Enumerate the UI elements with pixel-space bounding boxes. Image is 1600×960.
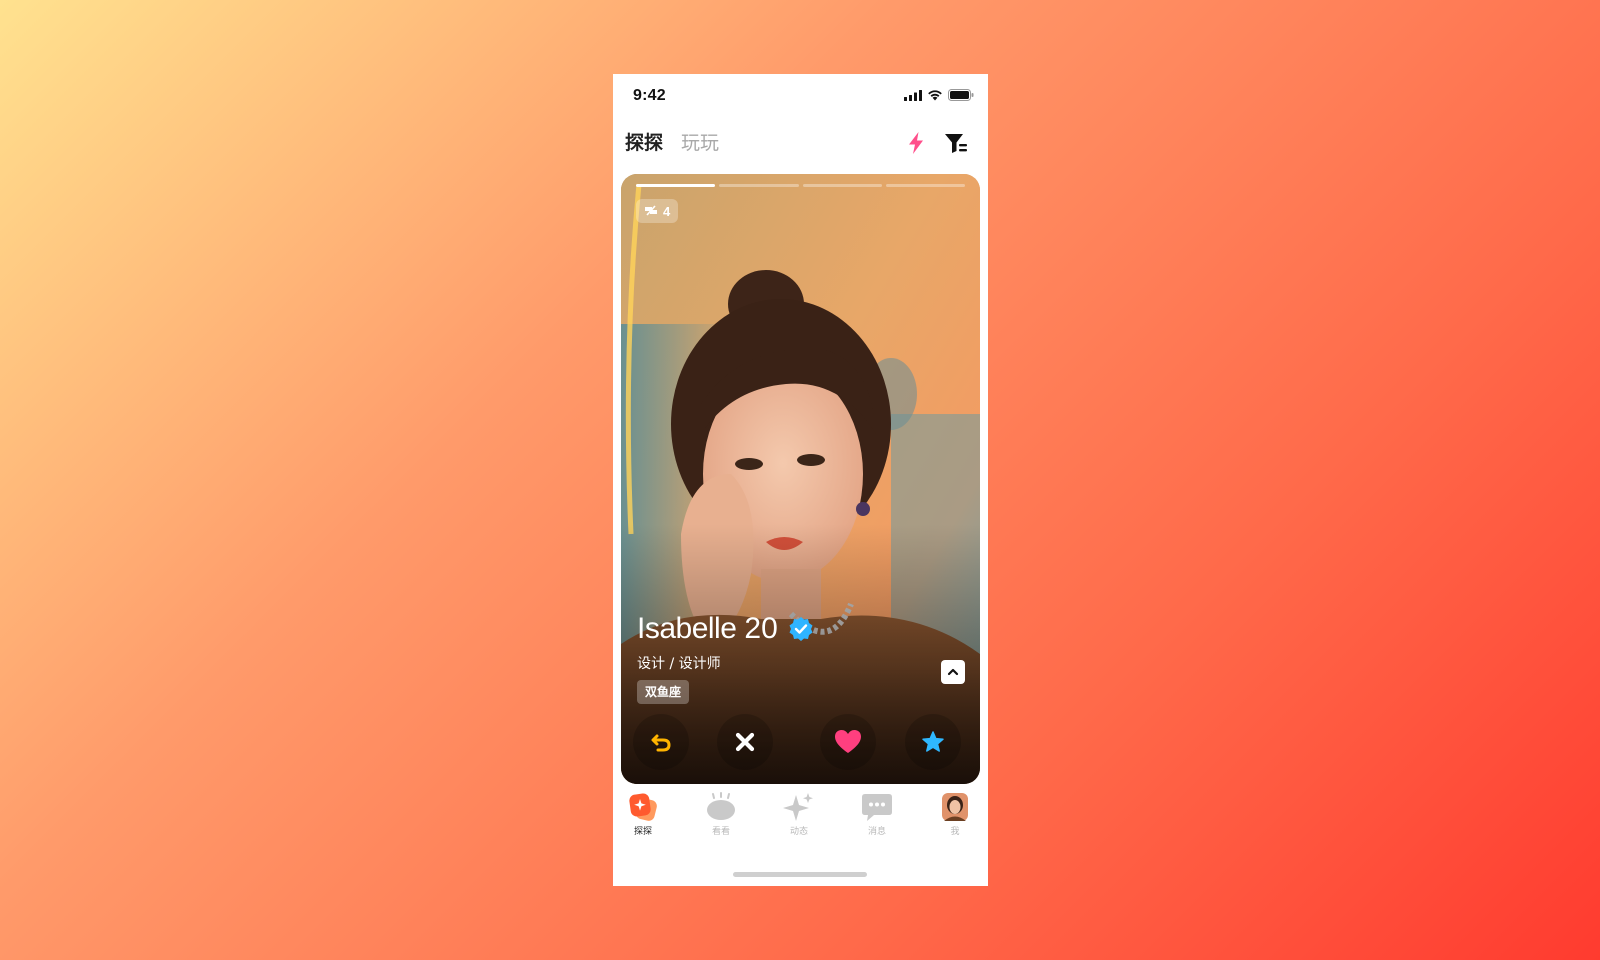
name-row: Isabelle 20 xyxy=(637,612,814,646)
expand-profile-button[interactable] xyxy=(941,660,965,684)
tabbar-label: 动态 xyxy=(789,827,808,837)
tantan-icon xyxy=(629,793,657,821)
avatar xyxy=(942,793,968,821)
verified-icon xyxy=(789,617,813,641)
status-icons xyxy=(904,89,974,101)
undo-icon xyxy=(651,734,671,752)
profile-card[interactable]: 4 Isabelle 20 设计 / 设计师 双鱼座 xyxy=(621,174,980,784)
tabbar-item-xiaoxi[interactable]: 消息 xyxy=(847,792,907,842)
chat-icon xyxy=(862,794,892,821)
like-button[interactable] xyxy=(820,714,876,770)
home-indicator xyxy=(733,872,867,877)
photo-progress xyxy=(636,184,965,187)
star-icon xyxy=(922,731,944,752)
top-nav: 探探 玩玩 xyxy=(613,126,988,162)
chevron-up-icon xyxy=(947,668,959,676)
tabbar-label: 消息 xyxy=(867,827,886,837)
progress-segment xyxy=(636,184,716,187)
sparkle-icon xyxy=(783,793,813,821)
wifi-icon xyxy=(928,90,942,101)
profile-age: 20 xyxy=(744,612,778,645)
filter-icon[interactable] xyxy=(943,130,969,156)
tabbar-label: 探探 xyxy=(633,827,652,837)
battery-icon xyxy=(948,89,974,101)
nope-button[interactable] xyxy=(717,714,773,770)
tab-wanwan[interactable]: 玩玩 xyxy=(681,128,719,155)
progress-segment xyxy=(885,184,965,187)
rewind-button[interactable] xyxy=(633,714,689,770)
tabbar-label: 我 xyxy=(950,827,960,837)
bottom-tab-bar: 探探 看看 动态 消息 我 xyxy=(613,792,988,862)
status-time: 9:42 xyxy=(633,87,666,104)
super-like-button[interactable] xyxy=(905,714,961,770)
tabbar-item-dongtai[interactable]: 动态 xyxy=(769,792,829,842)
profile-name: Isabelle xyxy=(637,612,737,645)
action-bar xyxy=(621,714,980,774)
heart-icon xyxy=(835,730,861,753)
tab-tantan[interactable]: 探探 xyxy=(625,128,663,155)
profile-tag: 双鱼座 xyxy=(637,680,690,704)
tabbar-item-me[interactable]: 我 xyxy=(925,792,985,842)
tabbar-item-kankan[interactable]: 看看 xyxy=(691,792,751,842)
tabbar-label: 看看 xyxy=(711,827,730,837)
profile-occupation: 设计 / 设计师 xyxy=(637,656,721,672)
photo-count-text: 4 xyxy=(663,203,671,219)
signal-icon xyxy=(904,89,922,101)
photo-count-badge: 4 xyxy=(636,199,679,223)
tabbar-item-tantan[interactable]: 探探 xyxy=(613,792,673,842)
progress-segment xyxy=(719,184,799,187)
close-icon xyxy=(735,732,755,752)
progress-segment xyxy=(802,184,882,187)
eye-icon xyxy=(707,792,735,820)
status-bar: 9:42 xyxy=(613,74,988,120)
lightning-icon[interactable] xyxy=(903,130,929,156)
photo-stack-icon xyxy=(645,205,657,216)
phone-screen: 9:42 探探 玩玩 4 Isabelle 20 设计 / 设计师 双鱼座 探探… xyxy=(613,74,988,886)
